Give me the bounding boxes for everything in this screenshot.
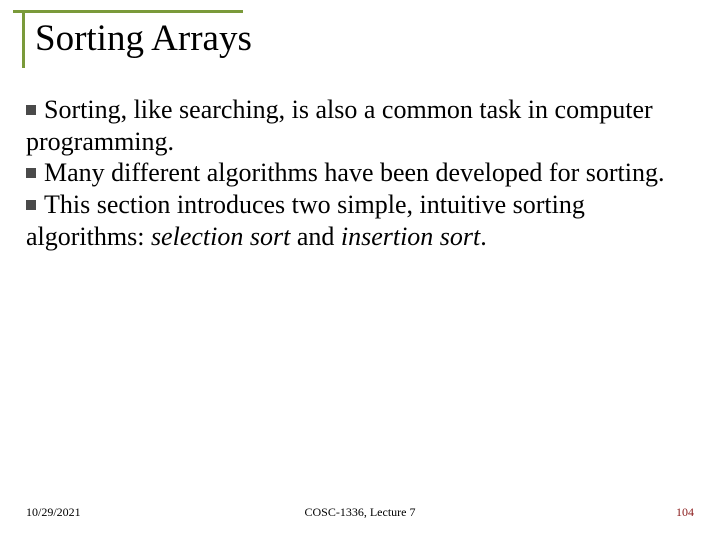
slide-body: Sorting, like searching, is also a commo…	[22, 94, 698, 253]
bullet-square-icon	[26, 105, 36, 115]
footer-page-number: 104	[676, 505, 694, 520]
bullet-text-3-em1: selection sort	[151, 222, 290, 251]
footer-date: 10/29/2021	[26, 505, 81, 520]
bullet-text-1: Sorting, like searching, is also a commo…	[26, 95, 653, 156]
title-block: Sorting Arrays	[22, 10, 698, 68]
slide-title: Sorting Arrays	[35, 13, 698, 68]
bullet-square-icon	[26, 200, 36, 210]
slide: Sorting Arrays Sorting, like searching, …	[0, 0, 720, 540]
bullet-text-3-post: .	[480, 222, 487, 251]
bullet-text-2: Many different algorithms have been deve…	[44, 158, 664, 187]
bullet-text-3-mid: and	[290, 222, 341, 251]
bullet-square-icon	[26, 168, 36, 178]
bullet-text-3-em2: insertion sort	[341, 222, 480, 251]
footer-course: COSC-1336, Lecture 7	[0, 505, 720, 520]
slide-footer: 10/29/2021 COSC-1336, Lecture 7 104	[0, 505, 720, 520]
